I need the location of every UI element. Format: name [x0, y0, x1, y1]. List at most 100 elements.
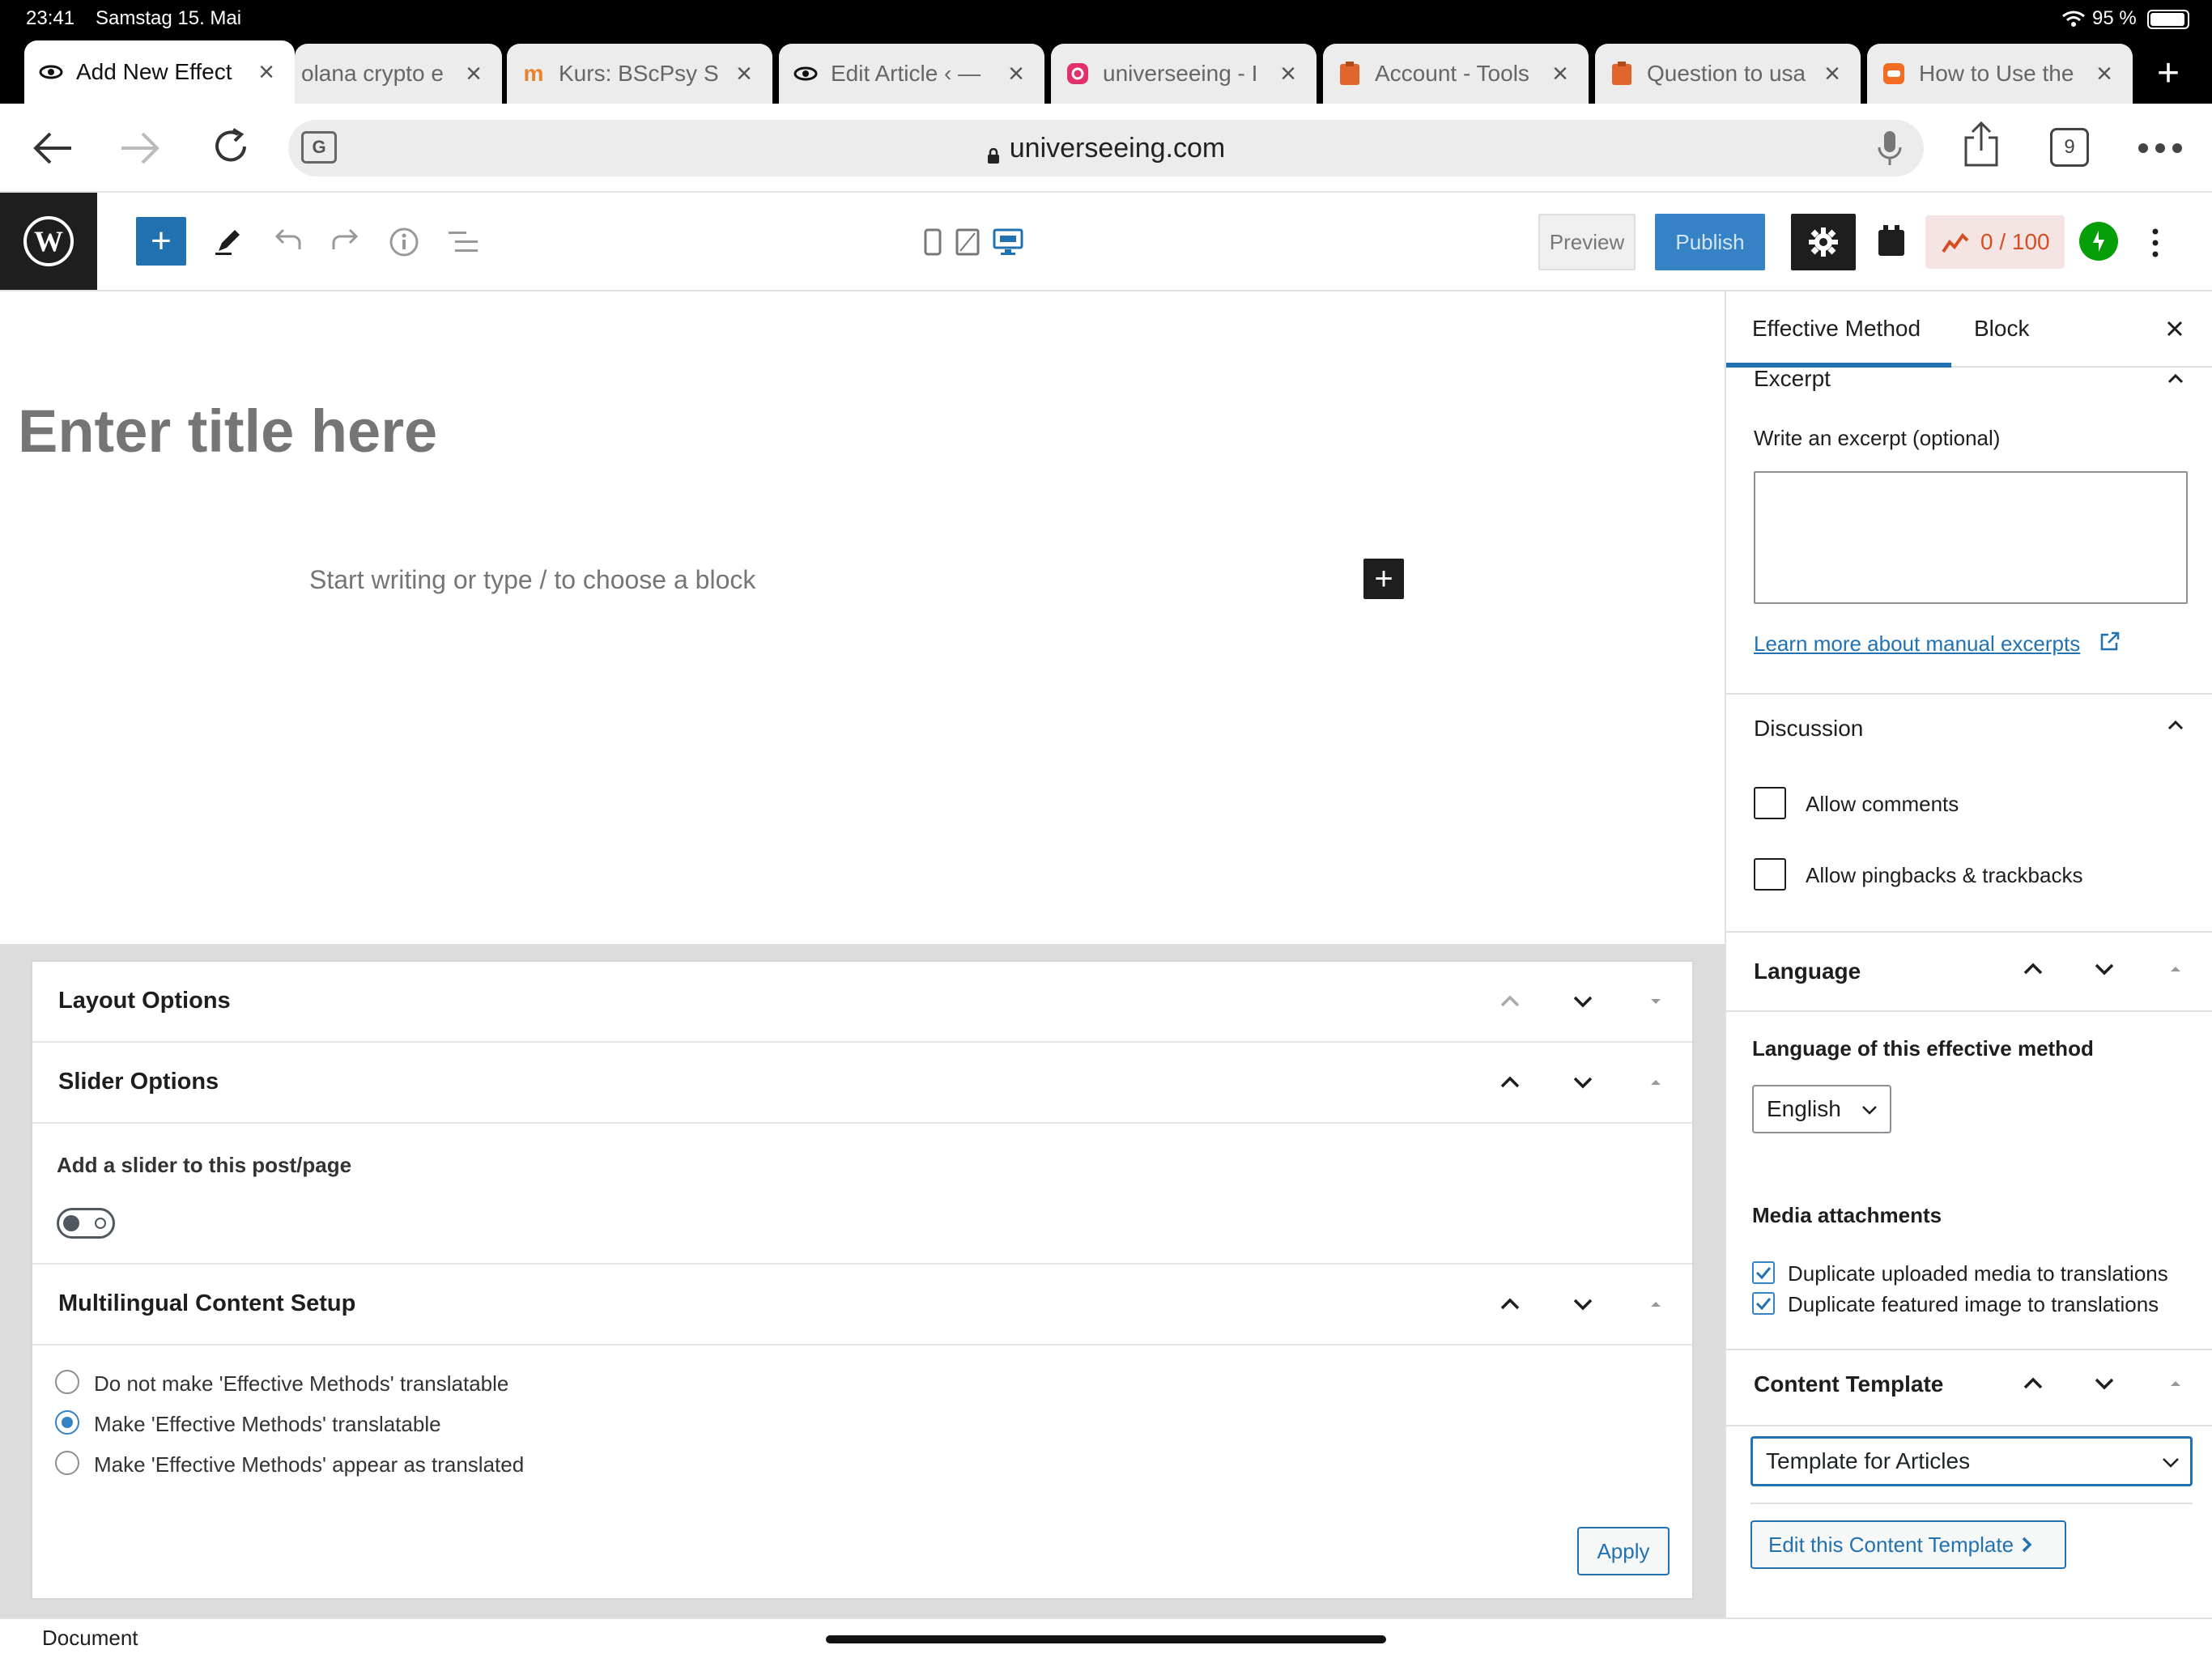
tab-title: Kurs: BScPsy S	[559, 61, 719, 86]
move-up-icon[interactable]	[2021, 957, 2045, 985]
editor-canvas: Enter title here Start writing or type /…	[0, 291, 1725, 944]
status-bar: 23:41 Samstag 15. Mai 95 %	[0, 0, 2212, 39]
toggle-panel-icon[interactable]	[1644, 989, 1668, 1018]
edit-template-button[interactable]: Edit this Content Template	[1750, 1520, 2066, 1569]
tablet-preview-icon[interactable]	[955, 228, 980, 256]
radio-not-translatable[interactable]	[55, 1370, 79, 1394]
desktop-preview-icon[interactable]	[993, 228, 1023, 256]
clipboard-icon[interactable]	[1877, 225, 1906, 257]
metabox-panel: Layout Options Slider Options Add a slid…	[31, 960, 1694, 1600]
close-tab-icon[interactable]: ×	[1274, 58, 1302, 89]
publish-button[interactable]: Publish	[1655, 214, 1765, 270]
inline-add-block-button[interactable]: +	[1363, 559, 1404, 599]
reload-icon[interactable]	[209, 125, 253, 168]
move-down-icon[interactable]	[1571, 989, 1595, 1018]
battery-icon	[2147, 10, 2189, 29]
translate-icon[interactable]: G	[301, 131, 337, 164]
more-icon[interactable]	[2138, 142, 2183, 154]
tab-count-button[interactable]: 9	[2050, 128, 2089, 167]
collapse-icon[interactable]	[2163, 368, 2188, 396]
chevron-down-icon	[1861, 1101, 1878, 1123]
toggle-panel-icon[interactable]	[1644, 1070, 1668, 1099]
preview-button[interactable]: Preview	[1538, 214, 1636, 270]
template-title[interactable]: Content Template	[1754, 1371, 1943, 1397]
external-link-icon[interactable]	[2099, 630, 2121, 653]
app-icon	[1882, 62, 1906, 86]
browser-tab[interactable]: olana crypto e ×	[295, 44, 502, 104]
wordpress-logo-icon[interactable]: W	[0, 193, 97, 290]
radio-translatable[interactable]	[55, 1410, 79, 1435]
mobile-preview-icon[interactable]	[923, 228, 942, 256]
move-up-icon[interactable]	[1498, 989, 1522, 1018]
options-menu-icon[interactable]	[2149, 227, 2162, 259]
list-view-icon[interactable]	[447, 228, 479, 256]
close-tab-icon[interactable]: ×	[1819, 58, 1846, 89]
close-tab-icon[interactable]: ×	[253, 57, 280, 87]
close-icon[interactable]	[2163, 317, 2186, 340]
close-tab-icon[interactable]: ×	[2091, 58, 2118, 89]
browser-tab[interactable]: How to Use the ×	[1867, 44, 2133, 104]
toggle-panel-icon[interactable]	[1644, 1292, 1668, 1320]
template-select[interactable]: Template for Articles	[1750, 1436, 2193, 1486]
dup-uploaded-checkbox[interactable]	[1752, 1261, 1775, 1284]
add-block-button[interactable]: +	[136, 217, 186, 266]
close-tab-icon[interactable]: ×	[730, 58, 758, 89]
close-tab-icon[interactable]: ×	[460, 58, 487, 89]
new-tab-icon[interactable]: +	[2139, 49, 2197, 97]
seo-score-button[interactable]: 0 / 100	[1925, 215, 2065, 269]
move-down-icon[interactable]	[2092, 957, 2116, 985]
move-up-icon[interactable]	[1498, 1292, 1522, 1320]
browser-tab[interactable]: Account - Tools ×	[1323, 44, 1589, 104]
move-down-icon[interactable]	[1571, 1070, 1595, 1099]
toggle-panel-icon[interactable]	[2163, 1371, 2188, 1400]
redo-icon[interactable]	[330, 228, 361, 253]
back-icon[interactable]	[29, 128, 76, 168]
language-select[interactable]: English	[1752, 1085, 1891, 1133]
settings-button[interactable]	[1791, 214, 1856, 270]
excerpt-label: Write an excerpt (optional)	[1754, 426, 2001, 450]
excerpt-help-link[interactable]: Learn more about manual excerpts	[1754, 631, 2080, 657]
collapse-icon[interactable]	[2163, 714, 2188, 742]
layout-options-header[interactable]: Layout Options	[32, 962, 1692, 1043]
tab-effective-method[interactable]: Effective Method	[1752, 316, 1921, 342]
microphone-icon[interactable]	[1877, 130, 1903, 167]
battery-percent: 95 %	[2092, 7, 2137, 29]
excerpt-textarea[interactable]	[1754, 471, 2188, 604]
browser-tab[interactable]: universeeing - I ×	[1051, 44, 1317, 104]
apply-button[interactable]: Apply	[1577, 1527, 1670, 1575]
close-tab-icon[interactable]: ×	[1546, 58, 1574, 89]
post-title-input[interactable]: Enter title here	[18, 397, 437, 466]
slider-options-header[interactable]: Slider Options	[32, 1043, 1692, 1124]
move-up-icon[interactable]	[2021, 1371, 2045, 1400]
divider	[1726, 693, 2212, 695]
discussion-title[interactable]: Discussion	[1754, 716, 1863, 742]
move-down-icon[interactable]	[1571, 1292, 1595, 1320]
share-icon[interactable]	[1963, 121, 2000, 167]
language-title[interactable]: Language	[1754, 959, 1861, 984]
dup-featured-checkbox[interactable]	[1752, 1292, 1775, 1315]
browser-tab[interactable]: m Kurs: BScPsy S ×	[507, 44, 772, 104]
forward-icon[interactable]	[117, 128, 164, 168]
undo-icon[interactable]	[272, 228, 303, 253]
address-bar[interactable]: universeeing.com	[288, 120, 1924, 176]
toggle-panel-icon[interactable]	[2163, 957, 2188, 985]
jetpack-icon[interactable]	[2079, 222, 2118, 261]
browser-tab[interactable]: Question to usa ×	[1595, 44, 1861, 104]
browser-tab[interactable]: Add New Effect ×	[24, 40, 295, 104]
multilingual-header[interactable]: Multilingual Content Setup	[32, 1265, 1692, 1346]
radio-appear-translated[interactable]	[55, 1451, 79, 1475]
slider-toggle[interactable]	[57, 1208, 115, 1239]
allow-pingbacks-checkbox[interactable]	[1754, 858, 1786, 891]
info-icon[interactable]	[389, 227, 419, 257]
allow-comments-checkbox[interactable]	[1754, 787, 1786, 819]
close-tab-icon[interactable]: ×	[1002, 58, 1030, 89]
move-down-icon[interactable]	[2092, 1371, 2116, 1400]
edit-tool-icon[interactable]	[214, 227, 243, 256]
tab-block[interactable]: Block	[1974, 316, 2029, 342]
move-up-icon[interactable]	[1498, 1070, 1522, 1099]
breadcrumb[interactable]: Document	[42, 1626, 138, 1651]
block-placeholder[interactable]: Start writing or type / to choose a bloc…	[309, 565, 755, 595]
divider	[1726, 1349, 2212, 1350]
browser-tab[interactable]: Edit Article ‹ — ×	[779, 44, 1044, 104]
excerpt-title[interactable]: Excerpt	[1754, 366, 1831, 392]
